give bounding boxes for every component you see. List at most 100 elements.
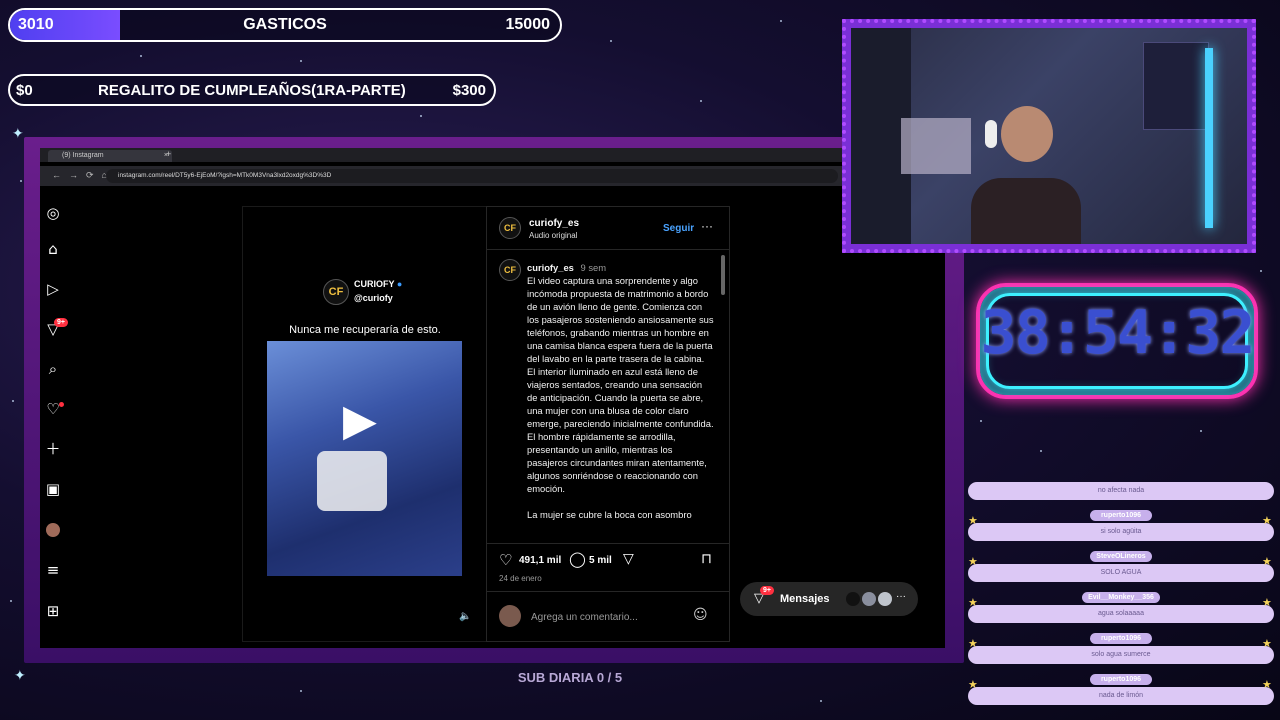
audio-label[interactable]: Audio original [529,231,577,240]
author-avatar[interactable]: CF [499,217,521,239]
emoji-icon[interactable]: ☺ [693,607,708,623]
chat-message: no afecta nada [968,482,1274,500]
comment-count: 5 mil [589,555,612,566]
chat-message: agua solaaaaa [968,605,1274,623]
goal-bar-gasticos: 3010 GASTICOS 15000 [8,8,562,42]
streamer-face [1001,106,1053,162]
apps-icon[interactable]: ⊞ [44,602,62,620]
divider [487,543,729,544]
star-icon: ★ [1262,514,1272,527]
comment-more: La mujer se cubre la boca con asombro [527,509,692,520]
comment-time: 9 sem [580,262,607,273]
star-icon: ★ [968,555,978,568]
star-icon: ★ [968,637,978,650]
tab-instagram[interactable]: (9) Instagram × [48,150,172,162]
follow-button[interactable]: Seguir [663,223,694,234]
goal-bar-regalito: $0 REGALITO DE CUMPLEAÑOS(1RA-PARTE) $30… [8,74,496,106]
chat-message: SOLO AGUA [968,564,1274,582]
star-icon: ★ [968,514,978,527]
streamer-body [971,178,1081,244]
plus-icon[interactable]: ＋ [44,440,62,458]
new-tab-icon[interactable]: + [166,149,171,159]
star-icon: ★ [1262,596,1272,609]
passenger-shirt [317,451,387,511]
chat-message: solo agua sumerce [968,646,1274,664]
tab-title: (9) Instagram [62,152,104,159]
reels-icon[interactable]: ▷ [44,280,62,298]
divider [487,591,729,592]
brand-handle: @curiofy [354,293,393,303]
comment-body: curiofy_es 9 sem El video captura una so… [527,261,715,543]
messages-badge: 9+ [760,586,774,595]
avatar[interactable] [44,521,62,539]
messages-button[interactable]: ▽ 9+ Mensajes ··· [740,582,918,616]
avatar [878,592,892,606]
address-bar: ←→⟳⌂ instagram.com/reel/DT5y6-EjEoM/?igs… [40,166,945,186]
menu-icon[interactable]: ≡ [44,561,62,579]
chat-username: Evil__Monkey__356 [1082,592,1160,603]
verified-icon: ● [396,279,403,289]
heart-dot [59,402,64,407]
goal-current: $0 [16,81,33,99]
wall-poster [1143,42,1209,130]
goal-target: $300 [452,81,486,99]
countdown-timer: 38:54:32 [980,298,1256,368]
chat-text: si solo agüita [1100,528,1142,535]
author-name[interactable]: curiofy_es [529,218,579,229]
star-icon: ★ [1262,637,1272,650]
wall-sign [901,118,971,174]
chat-text: nada de limón [1099,692,1143,699]
like-icon[interactable]: ♡ [499,551,512,569]
chat-text: SOLO AGUA [1100,569,1142,576]
comment-icon[interactable]: ◯ [569,550,586,568]
avatar [499,605,521,627]
headphones [985,120,997,148]
comment-avatar[interactable]: CF [499,259,521,281]
instagram-icon[interactable]: ◎ [44,204,62,222]
browser-window: (9) Instagram × + ←→⟳⌂ instagram.com/ree… [40,148,945,648]
comment-author[interactable]: curiofy_es [527,262,574,273]
star-icon: ★ [1262,678,1272,691]
curiofy-avatar: CF [323,279,349,305]
light-bar [1205,48,1213,228]
avatar [846,592,860,606]
search-icon[interactable]: ⌕ [44,360,62,378]
chat-text: no afecta nada [1097,487,1145,494]
save-icon[interactable]: ⊓ [701,551,712,567]
post-date: 24 de enero [499,574,542,583]
goal-title: REGALITO DE CUMPLEAÑOS(1RA-PARTE) [98,81,406,99]
brand-name: CURIOFY [354,279,395,289]
messages-label: Mensajes [780,593,830,605]
like-count: 491,1 mil [519,555,562,566]
volume-icon[interactable]: 🔈 [459,611,471,622]
star-icon: ★ [968,678,978,691]
chat-text: agua solaaaaa [1098,610,1144,617]
chat-message: nada de limón [968,687,1274,705]
url-field[interactable]: instagram.com/reel/DT5y6-EjEoM/?igsh=MTk… [106,169,838,183]
goal-target: 15000 [505,16,551,33]
insights-icon[interactable]: ▣ [44,480,62,498]
reel-media[interactable]: CF CURIOFY ● @curiofy Nunca me recuperar… [242,206,488,642]
more-icon[interactable]: ··· [701,219,713,233]
share-icon[interactable]: ▽ [623,551,634,567]
reel-caption: Nunca me recuperaría de esto. [289,324,441,336]
sub-daily-counter: SUB DIARIA 0 / 5 [517,670,623,685]
chat-username: ruperto1096 [1090,633,1152,644]
avatar [862,592,876,606]
play-icon[interactable]: ▶ [343,395,377,446]
goal-title: GASTICOS [243,16,327,33]
comment-input[interactable]: Agrega un comentario... [531,612,638,623]
chat-message: si solo agüita [968,523,1274,541]
notification-badge: 9+ [54,318,68,327]
brand-line: CURIOFY ● [354,279,402,289]
star-icon: ★ [1262,555,1272,568]
divider [487,249,729,250]
comment-text: El video captura una sorprendente y algo… [527,275,714,494]
chat-username: ruperto1096 [1090,674,1152,685]
more-icon: ··· [896,591,906,602]
webcam-feed [851,28,1247,244]
star-icon: ★ [968,596,978,609]
video-frame[interactable]: ▶ [267,341,462,576]
home-icon[interactable]: ⌂ [44,240,62,258]
scrollbar[interactable] [721,255,725,295]
